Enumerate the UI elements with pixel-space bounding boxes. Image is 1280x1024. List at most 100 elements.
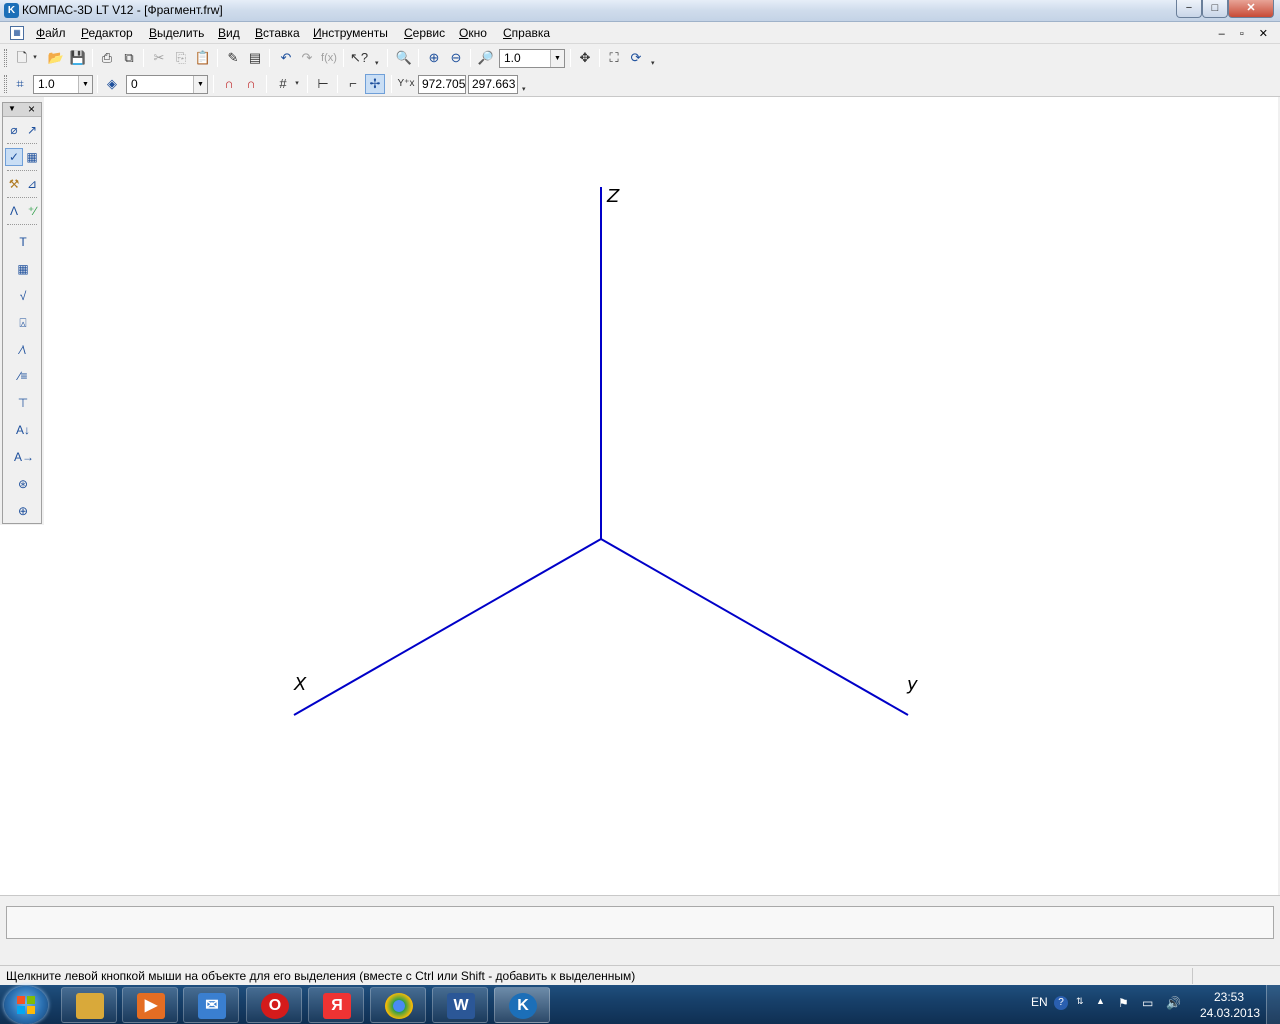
leader-icon[interactable]: ∕\ (14, 341, 32, 359)
minimize-button[interactable]: − (1176, 0, 1202, 18)
print-icon[interactable]: ⧉ (119, 48, 139, 68)
parametrization-icon[interactable]: ⚒ (5, 175, 23, 193)
menu-insert[interactable]: Вставка (255, 26, 300, 40)
start-button[interactable] (4, 986, 48, 1024)
network-icon[interactable]: ▭ (1142, 996, 1153, 1010)
grid-icon[interactable]: # (273, 74, 293, 94)
parametric-icon[interactable]: ✢ (365, 74, 385, 94)
help-icon[interactable]: ? (1054, 996, 1068, 1010)
taskbar-kompas[interactable]: K (494, 987, 550, 1023)
taskbar-explorer[interactable] (61, 987, 117, 1023)
command-field[interactable] (6, 906, 1274, 939)
print-preview-icon[interactable]: ⎙ (97, 48, 117, 68)
coordinates-icon[interactable]: Y⁺x (396, 74, 416, 94)
taskbar-word[interactable]: W (432, 987, 488, 1023)
chevron-down-icon[interactable]: ▼ (8, 104, 16, 113)
redo-icon[interactable]: ↷ (297, 48, 317, 68)
local-cs-icon[interactable]: ⊢ (313, 74, 333, 94)
compact-toolbar-header[interactable]: ▼ × (3, 102, 41, 117)
chevron-down-icon[interactable]: ▾ (30, 48, 40, 68)
menu-view[interactable]: Вид (218, 26, 240, 40)
toolbar-grip[interactable] (4, 49, 7, 67)
zoom-scale-icon[interactable]: 🔎 (476, 48, 496, 68)
drawing-canvas-left[interactable] (0, 525, 44, 895)
taskbar-mail[interactable]: ✉ (183, 987, 239, 1023)
open-icon[interactable]: 📂 (46, 48, 66, 68)
menu-service[interactable]: Сервис (404, 26, 445, 40)
action-center-flag-icon[interactable]: ⚑ (1118, 996, 1129, 1010)
chevron-down-icon[interactable]: ▼ (193, 76, 207, 93)
zoom-window-icon[interactable]: 🔍 (394, 48, 414, 68)
zoom-out-icon[interactable]: ⊖ (446, 48, 466, 68)
menu-tools[interactable]: Инструменты (313, 26, 388, 40)
dimensions-icon[interactable]: ↗ (23, 121, 41, 139)
document-icon[interactable]: ▦ (10, 26, 24, 40)
taskbar-chrome[interactable] (370, 987, 426, 1023)
section-icon[interactable]: A→ (14, 448, 34, 466)
base-icon[interactable]: ⍓ (14, 314, 32, 332)
chevron-down-icon[interactable]: ▼ (550, 50, 564, 67)
notifications-icon[interactable]: ⇅ (1076, 996, 1084, 1007)
local-snap-icon[interactable]: ∩ (241, 74, 261, 94)
language-indicator[interactable]: EN (1031, 995, 1048, 1009)
arrow-view-icon[interactable]: A↓ (14, 421, 32, 439)
taskbar-yandex[interactable]: Я (308, 987, 364, 1023)
paste-icon[interactable]: 📋 (193, 48, 213, 68)
position-icon[interactable]: ∕≡ (14, 367, 32, 385)
clock-time[interactable]: 23:53 (1214, 990, 1244, 1004)
maximize-button[interactable]: □ (1202, 0, 1228, 18)
edit-icon[interactable]: ▦ (23, 148, 41, 166)
drawing-area[interactable]: Z X y (44, 97, 1278, 895)
coord-x-field[interactable]: 972.705 (418, 75, 466, 94)
y-axis-line[interactable] (600, 538, 909, 716)
cursor-step-icon[interactable]: ⌗ (10, 74, 30, 94)
view-icon[interactable]: ⊛ (14, 475, 32, 493)
roughness-icon[interactable]: √ (14, 287, 32, 305)
manager-icon[interactable]: ▤ (245, 48, 265, 68)
designations-icon[interactable]: ✓ (5, 148, 23, 166)
toolbar-grip[interactable] (4, 75, 7, 93)
select-icon[interactable]: Λ (5, 202, 23, 220)
pan-icon[interactable]: ✥ (575, 48, 595, 68)
zoom-value-combo[interactable]: 1.0 ▼ (499, 49, 565, 68)
text-icon[interactable]: T (14, 233, 32, 251)
help-pointer-icon[interactable]: ↖? (349, 48, 369, 68)
volume-icon[interactable]: 🔊 (1166, 996, 1181, 1010)
new-document-icon[interactable]: 🗋 (12, 48, 32, 68)
copy-icon[interactable]: ⎘ (171, 48, 191, 68)
zoom-in-icon[interactable]: ⊕ (424, 48, 444, 68)
ortho-icon[interactable]: ⌐ (343, 74, 363, 94)
undo-icon[interactable]: ↶ (276, 48, 296, 68)
table-icon[interactable]: ▦ (14, 260, 32, 278)
save-icon[interactable]: 💾 (68, 48, 88, 68)
function-icon[interactable]: f(x) (319, 48, 339, 68)
chevron-down-icon[interactable]: ▾ (292, 74, 302, 94)
taskbar-media-player[interactable]: ▶ (122, 987, 178, 1023)
measure-icon[interactable]: ⊿ (23, 175, 41, 193)
properties-icon[interactable]: ✎ (223, 48, 243, 68)
drawing-canvas[interactable]: Z X y (44, 97, 1278, 895)
show-all-icon[interactable]: ⛶ (604, 48, 624, 68)
taskbar-opera[interactable]: O (246, 987, 302, 1023)
layer-icon[interactable]: ◈ (102, 74, 122, 94)
cut-icon[interactable]: ✂ (149, 48, 169, 68)
refresh-icon[interactable]: ⟳ (626, 48, 646, 68)
kompas-icon[interactable]: K (4, 3, 19, 18)
spec-icon[interactable]: ⁺∕ (23, 202, 41, 220)
menu-window[interactable]: Окно (459, 26, 487, 40)
show-desktop-button[interactable] (1266, 985, 1280, 1024)
toolbar-overflow-icon[interactable]: ▾ (651, 59, 655, 67)
toolbar-overflow-icon[interactable]: ▾ (375, 59, 379, 67)
close-icon[interactable]: × (28, 102, 35, 116)
menu-select[interactable]: Выделить (149, 26, 204, 40)
clock-date[interactable]: 24.03.2013 (1200, 1006, 1260, 1020)
coord-y-field[interactable]: 297.663 (468, 75, 518, 94)
mark-icon[interactable]: ⊤ (14, 394, 32, 412)
step-combo[interactable]: 1.0 ▼ (33, 75, 93, 94)
centermark-icon[interactable]: ⊕ (14, 502, 32, 520)
chevron-down-icon[interactable]: ▼ (78, 76, 92, 93)
menu-file[interactable]: Файл (36, 26, 66, 40)
geometry-icon[interactable]: ⌀ (5, 121, 23, 139)
document-window-controls[interactable]: – ▫ ✕ (1219, 27, 1274, 40)
x-axis-line[interactable] (293, 538, 602, 716)
